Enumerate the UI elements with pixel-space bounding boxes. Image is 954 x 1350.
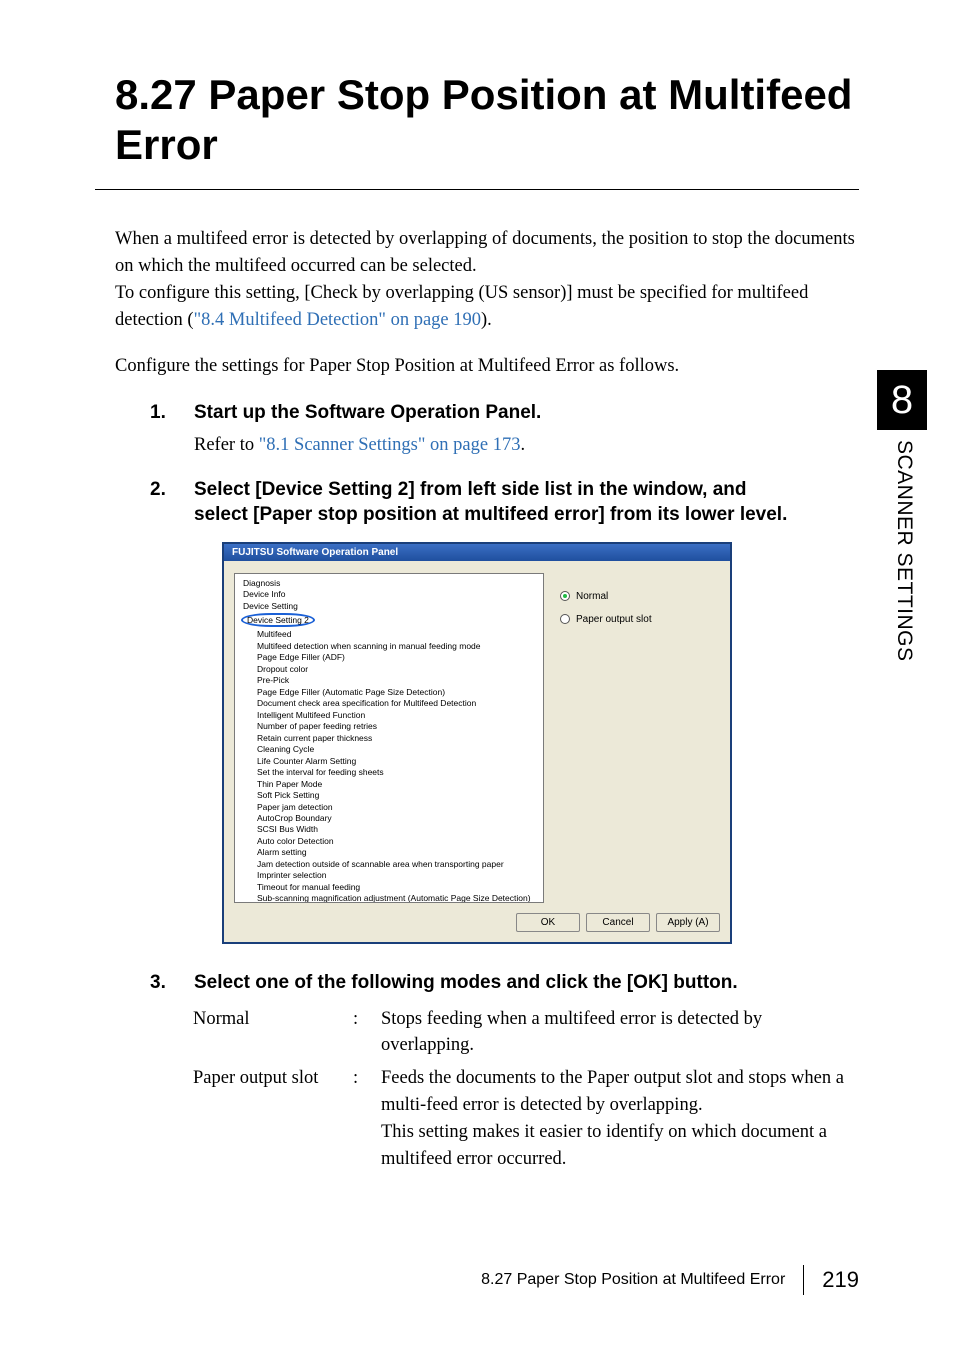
tree-item[interactable]: Life Counter Alarm Setting [241,756,537,767]
tree-item[interactable]: Device Setting [241,601,537,612]
page-title: 8.27 Paper Stop Position at Multifeed Er… [115,70,859,169]
radio-normal-label: Normal [576,591,608,602]
intro-1a: When a multifeed error is detected by ov… [115,229,855,276]
radio-normal[interactable]: Normal [560,591,714,602]
link-multifeed-detection[interactable]: "8.4 Multifeed Detection" on page 190 [194,310,481,330]
tree-item[interactable]: AutoCrop Boundary [241,813,537,824]
radio-paper-output-slot-label: Paper output slot [576,614,652,625]
footer-divider [803,1265,804,1295]
mode-normal-label: Normal [193,1006,353,1060]
footer-page-number: 219 [822,1267,859,1293]
tree-item[interactable]: Cleaning Cycle [241,744,537,755]
software-operation-panel-dialog: FUJITSU Software Operation Panel Diagnos… [222,542,732,944]
step-1: 1. Start up the Software Operation Panel… [150,400,859,458]
step-3-number: 3. [150,970,172,996]
tree-item[interactable]: Pre-Pick [241,675,537,686]
tree-item[interactable]: Retain current paper thickness [241,733,537,744]
step-1-body-suffix: . [520,435,525,455]
tree-item[interactable]: Thin Paper Mode [241,779,537,790]
step-2: 2. Select [Device Setting 2] from left s… [150,477,859,528]
tree-item[interactable]: Alarm setting [241,847,537,858]
mode-colon: : [353,1065,381,1172]
tree-item[interactable]: Multifeed [241,629,537,640]
step-3: 3. Select one of the following modes and… [150,970,859,996]
tree-item[interactable]: Page Edge Filler (Automatic Page Size De… [241,687,537,698]
modes-table: Normal : Stops feeding when a multifeed … [193,1006,859,1173]
tree-item[interactable]: Auto color Detection [241,836,537,847]
dialog-titlebar: FUJITSU Software Operation Panel [224,544,730,561]
page-footer: 8.27 Paper Stop Position at Multifeed Er… [481,1265,859,1295]
tree-item[interactable]: SCSI Bus Width [241,824,537,835]
intro-paragraph-1: When a multifeed error is detected by ov… [115,226,859,333]
step-2-title: Select [Device Setting 2] from left side… [194,477,794,528]
tree-item[interactable]: Jam detection outside of scannable area … [241,859,537,870]
dialog-tree-view[interactable]: Diagnosis Device Info Device Setting Dev… [234,573,544,903]
tree-item[interactable]: Number of paper feeding retries [241,721,537,732]
tree-item-device-setting-2[interactable]: Device Setting 2 [241,613,315,627]
step-1-body-prefix: Refer to [194,435,259,455]
mode-paper-output-label: Paper output slot [193,1065,353,1172]
tree-item[interactable]: Imprinter selection [241,870,537,881]
step-1-title: Start up the Software Operation Panel. [194,400,541,426]
tree-item[interactable]: Sub-scanning magnification adjustment (A… [241,893,537,903]
dialog-radio-panel: Normal Paper output slot [554,573,720,903]
tree-item[interactable]: Set the interval for feeding sheets [241,767,537,778]
mode-colon: : [353,1006,381,1060]
radio-paper-output-slot[interactable]: Paper output slot [560,614,714,625]
chapter-number: 8 [891,378,913,423]
ok-button[interactable]: OK [516,913,580,932]
step-1-number: 1. [150,400,172,426]
chapter-tab: 8 [877,370,927,430]
step-2-number: 2. [150,477,172,503]
mode-row-normal: Normal : Stops feeding when a multifeed … [193,1006,859,1060]
footer-section-title: 8.27 Paper Stop Position at Multifeed Er… [481,1271,785,1289]
mode-normal-desc: Stops feeding when a multifeed error is … [381,1006,859,1060]
tree-item[interactable]: Soft Pick Setting [241,790,537,801]
mode-paper-output-desc: Feeds the documents to the Paper output … [381,1065,859,1172]
tree-item[interactable]: Page Edge Filler (ADF) [241,652,537,663]
radio-dot-icon [560,614,570,624]
tree-item[interactable]: Diagnosis [241,578,537,589]
tree-item[interactable]: Document check area specification for Mu… [241,698,537,709]
tree-item[interactable]: Paper jam detection [241,802,537,813]
step-3-title: Select one of the following modes and cl… [194,970,738,996]
radio-dot-icon [560,591,570,601]
mode-row-paper-output: Paper output slot : Feeds the documents … [193,1065,859,1172]
tree-item[interactable]: Multifeed detection when scanning in man… [241,641,537,652]
intro-1b-suffix: ). [481,310,492,330]
tree-item[interactable]: Device Info [241,589,537,600]
intro-paragraph-2: Configure the settings for Paper Stop Po… [115,353,859,380]
side-section-label: SCANNER SETTINGS [892,440,916,662]
tree-item[interactable]: Intelligent Multifeed Function [241,710,537,721]
cancel-button[interactable]: Cancel [586,913,650,932]
tree-item[interactable]: Timeout for manual feeding [241,882,537,893]
title-divider [95,189,859,190]
link-scanner-settings[interactable]: "8.1 Scanner Settings" on page 173 [259,435,521,455]
tree-item[interactable]: Dropout color [241,664,537,675]
apply-button[interactable]: Apply (A) [656,913,720,932]
